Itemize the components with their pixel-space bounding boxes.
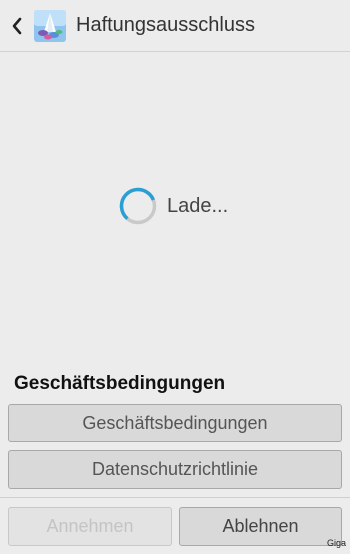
- privacy-policy-button[interactable]: Datenschutzrichtlinie: [8, 450, 342, 489]
- decline-button[interactable]: Ablehnen: [179, 507, 342, 546]
- terms-section-heading: Geschäftsbedingungen: [14, 373, 226, 394]
- loading-indicator: Lade...: [118, 186, 228, 226]
- watermark: Giga: [326, 538, 346, 548]
- action-bar: Haftungsausschluss: [0, 0, 350, 52]
- page-title: Haftungsausschluss: [76, 14, 255, 36]
- loading-spinner-icon: [119, 187, 157, 225]
- loading-text: Lade...: [167, 194, 229, 217]
- divider: [0, 497, 350, 498]
- app-logo-icon[interactable]: [34, 9, 66, 42]
- back-button[interactable]: [0, 0, 30, 52]
- chevron-left-icon: [12, 17, 22, 34]
- accept-button[interactable]: Annehmen: [8, 507, 172, 546]
- terms-button[interactable]: Geschäftsbedingungen: [8, 404, 342, 442]
